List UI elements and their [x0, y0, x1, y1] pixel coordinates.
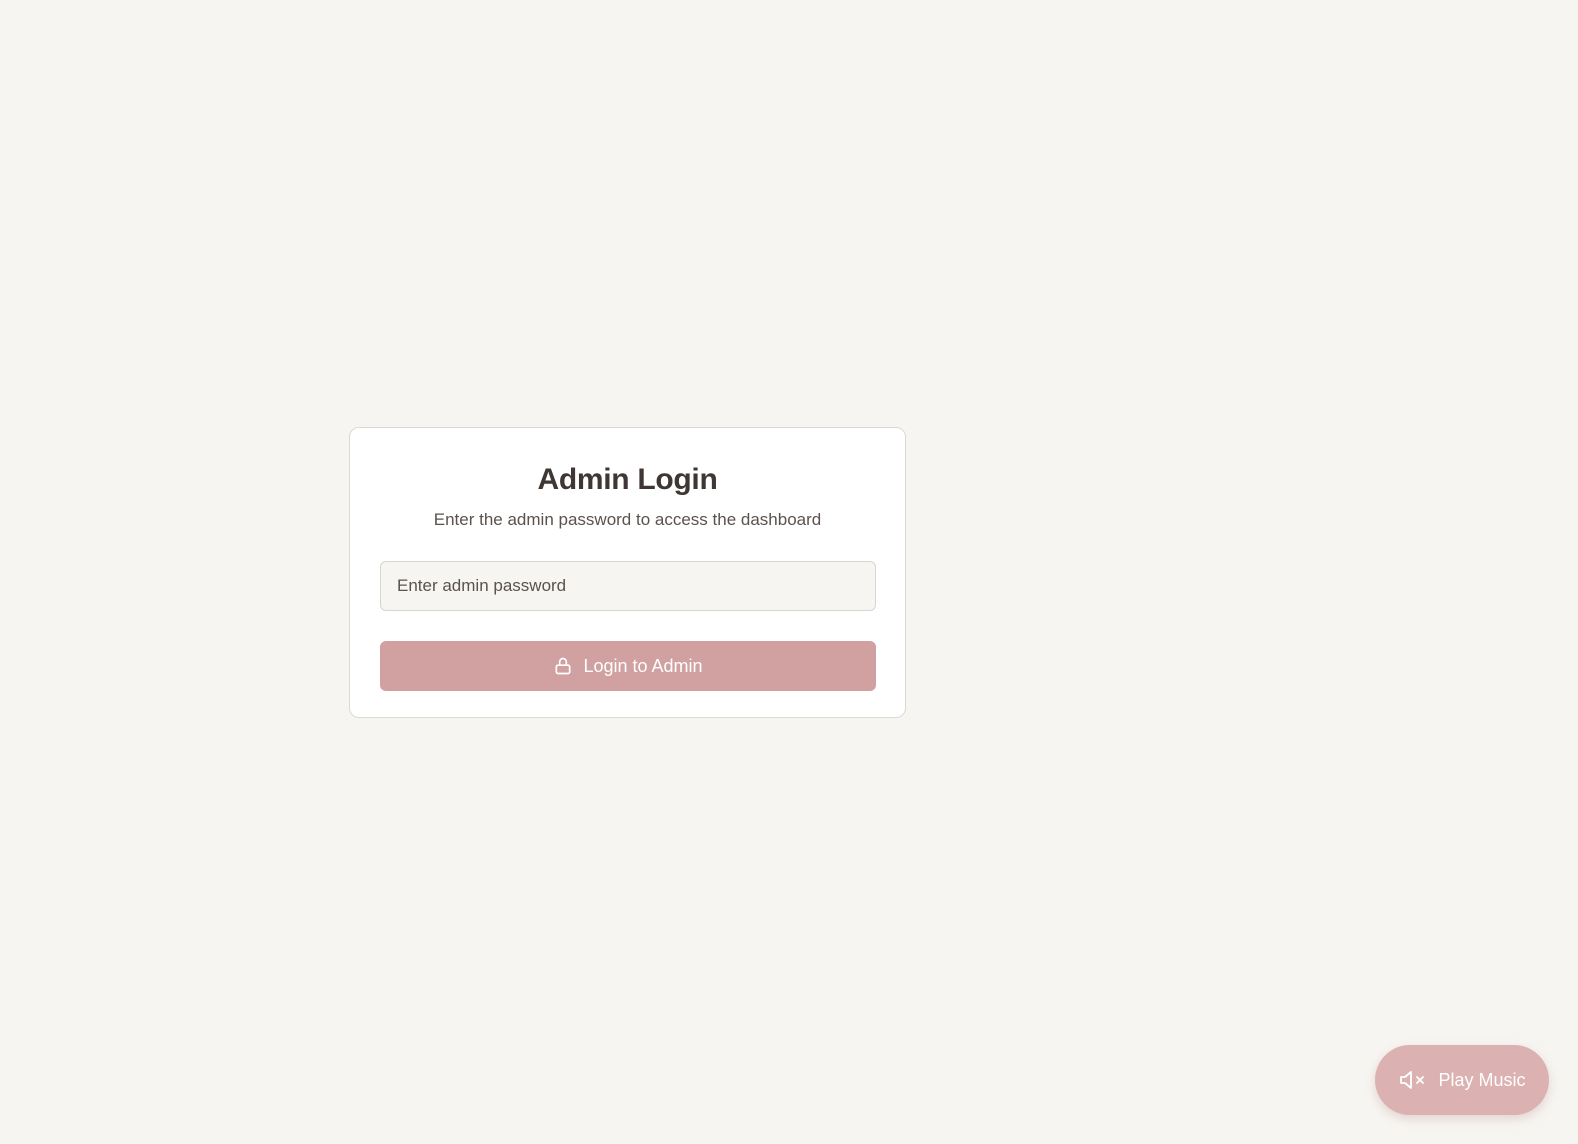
login-card: Admin Login Enter the admin password to …: [349, 427, 906, 718]
password-input[interactable]: [380, 561, 876, 611]
lock-icon: [553, 656, 573, 676]
login-button-label: Login to Admin: [583, 655, 703, 676]
login-button[interactable]: Login to Admin: [380, 641, 876, 691]
page-subtitle: Enter the admin password to access the d…: [433, 510, 822, 529]
play-music-label: Play Music: [1438, 1069, 1526, 1090]
admin-login-page: Admin Login Enter the admin password to …: [0, 0, 1578, 1144]
volume-muted-icon: [1398, 1068, 1428, 1092]
play-music-button[interactable]: Play Music: [1375, 1045, 1549, 1115]
page-title: Admin Login: [537, 463, 718, 496]
